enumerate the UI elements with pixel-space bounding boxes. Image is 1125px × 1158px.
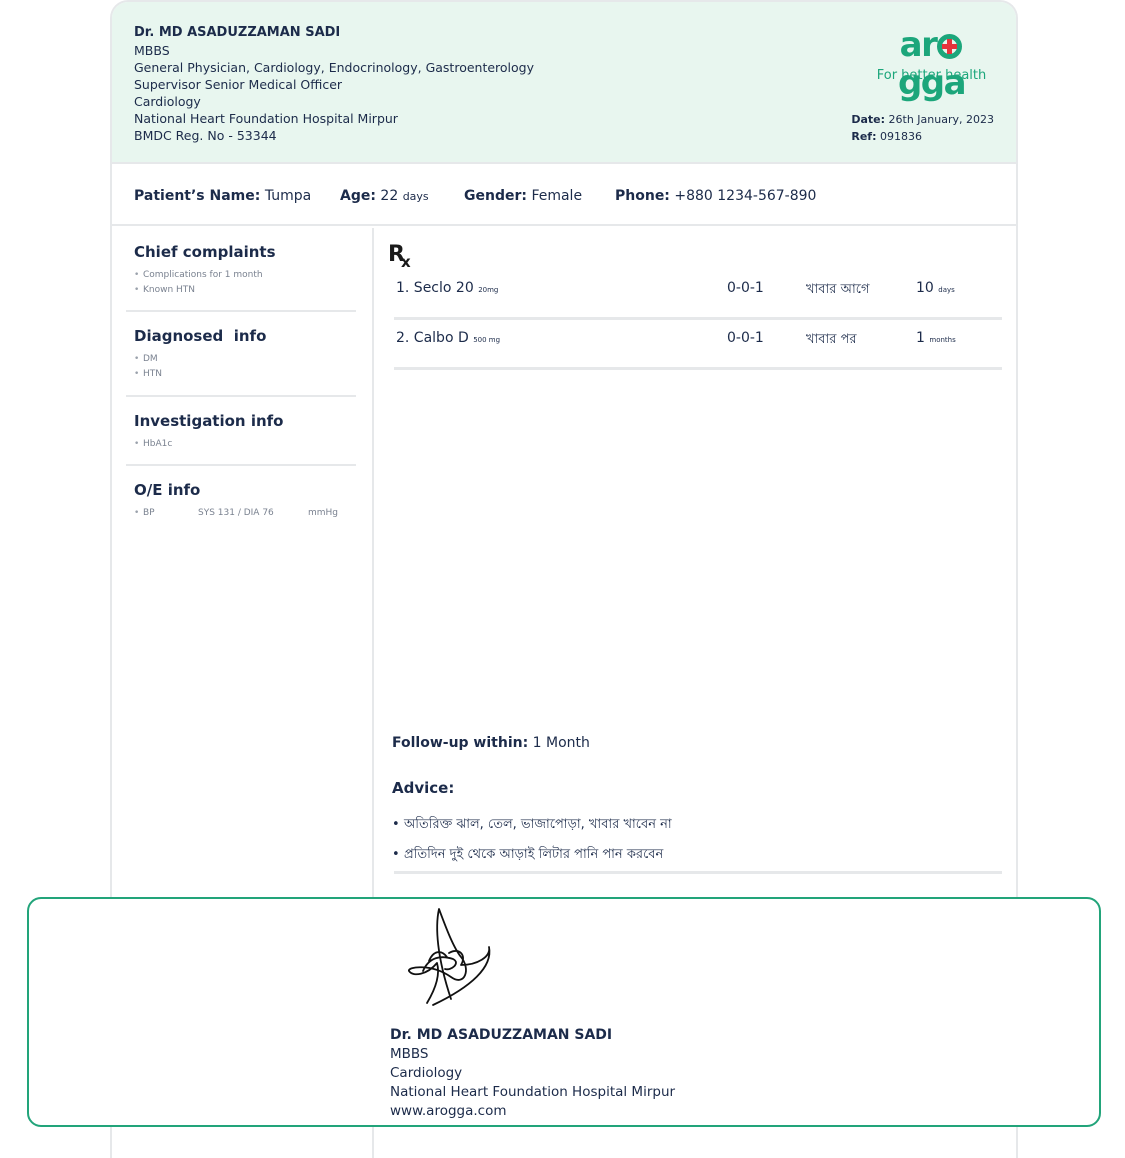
doctor-hospital: National Heart Foundation Hospital Mirpu… bbox=[134, 111, 398, 126]
patient-name-label: Patient’s Name: bbox=[134, 188, 261, 204]
ref-label: Ref: bbox=[851, 130, 877, 143]
follow-up: Follow-up within: 1 Month bbox=[392, 735, 590, 751]
date-value: 26th January, 2023 bbox=[888, 113, 994, 126]
list-item: HTN bbox=[134, 367, 356, 382]
oe-info-section: O/E info BP SYS 131 / DIA 76 mmHg bbox=[126, 480, 356, 521]
medicine-row: 1. Seclo 20 20mg 0-0-1 খাবার আগে 10 days bbox=[394, 270, 1004, 320]
medicine-name-text: 2. Calbo D bbox=[396, 330, 469, 346]
date-label: Date: bbox=[851, 113, 886, 126]
oe-info-title: O/E info bbox=[134, 481, 201, 499]
medicine-name-text: 1. Seclo 20 bbox=[396, 280, 474, 296]
medicine-dose: 0-0-1 bbox=[727, 280, 764, 296]
signature-doctor-name: Dr. MD ASADUZZAMAN SADI bbox=[390, 1027, 613, 1043]
ref-value: 091836 bbox=[879, 130, 922, 143]
diagnosed-info-section: Diagnosed info DM HTN bbox=[126, 326, 356, 382]
logo-wordmark: argga bbox=[869, 25, 994, 102]
patient-phone-label: Phone: bbox=[615, 188, 670, 204]
patient-age: 22 bbox=[380, 188, 399, 204]
follow-up-label: Follow-up within: bbox=[392, 735, 529, 751]
rx-symbol-x: x bbox=[400, 253, 411, 271]
bp-value: SYS 131 / DIA 76 bbox=[198, 508, 274, 518]
patient-phone: +880 1234-567-890 bbox=[674, 188, 817, 204]
prescription-meta: Date: 26th January, 2023 Ref: 091836 bbox=[851, 111, 994, 145]
signature-image bbox=[408, 908, 491, 1006]
advice-divider bbox=[394, 871, 1002, 874]
doctor-department: Cardiology bbox=[134, 94, 201, 109]
date-row: Date: 26th January, 2023 bbox=[851, 111, 994, 128]
list-item: Known HTN bbox=[134, 283, 356, 298]
doctor-info: Dr. MD ASADUZZAMAN SADI MBBS General Phy… bbox=[134, 24, 534, 144]
advice-item: অতিরিক্ত ঝাল, তেল, ভাজাপোড়া, খাবার খাবে… bbox=[392, 810, 672, 840]
signature-department: Cardiology bbox=[390, 1065, 463, 1081]
row-divider bbox=[394, 367, 1002, 370]
oe-info-list: BP SYS 131 / DIA 76 mmHg bbox=[134, 506, 356, 521]
advice-title: Advice: bbox=[392, 779, 455, 797]
ref-row: Ref: 091836 bbox=[851, 128, 994, 145]
chief-complaints-title: Chief complaints bbox=[134, 243, 276, 261]
signature-hospital: National Heart Foundation Hospital Mirpu… bbox=[390, 1084, 676, 1100]
patient-name-field: Patient’s Name: Tumpa bbox=[134, 188, 311, 204]
advice-item: প্রতিদিন দুই থেকে আড়াই লিটার পানি পান ক… bbox=[392, 840, 672, 870]
prescription-header: Dr. MD ASADUZZAMAN SADI MBBS General Phy… bbox=[112, 2, 1016, 164]
diagnosed-info-list: DM HTN bbox=[134, 352, 356, 382]
doctor-bmdc: BMDC Reg. No - 53344 bbox=[134, 128, 277, 143]
list-item: BP SYS 131 / DIA 76 mmHg bbox=[134, 506, 356, 521]
patient-name: Tumpa bbox=[264, 188, 312, 204]
bp-label: BP bbox=[143, 508, 155, 518]
signature-degree: MBBS bbox=[390, 1046, 429, 1062]
patient-phone-field: Phone: +880 1234-567-890 bbox=[615, 188, 816, 204]
medicine-dose: 0-0-1 bbox=[727, 330, 764, 346]
patient-gender: Female bbox=[531, 188, 583, 204]
chief-complaints-section: Chief complaints Complications for 1 mon… bbox=[126, 242, 356, 298]
advice-list: অতিরিক্ত ঝাল, তেল, ভাজাপোড়া, খাবার খাবে… bbox=[392, 810, 672, 870]
patient-info-bar: Patient’s Name: Tumpa Age: 22 days Gende… bbox=[112, 164, 1016, 226]
medicine-duration: 1 months bbox=[916, 330, 956, 346]
medicine-name: 1. Seclo 20 20mg bbox=[396, 280, 498, 296]
doctor-specialties: General Physician, Cardiology, Endocrino… bbox=[134, 60, 535, 75]
investigation-info-list: HbA1c bbox=[134, 437, 356, 452]
list-item: HbA1c bbox=[134, 437, 356, 452]
section-divider bbox=[126, 310, 356, 312]
signature-details: Dr. MD ASADUZZAMAN SADI MBBS Cardiology … bbox=[390, 1025, 675, 1121]
signature-website: www.arogga.com bbox=[390, 1103, 507, 1119]
bp-row: BP SYS 131 / DIA 76 mmHg bbox=[143, 506, 356, 521]
medicine-row: 2. Calbo D 500 mg 0-0-1 খাবার পর 1 month… bbox=[394, 320, 1004, 370]
medicine-timing: খাবার আগে bbox=[806, 282, 870, 297]
diagnosed-info-title: Diagnosed info bbox=[134, 327, 267, 345]
investigation-info-title: Investigation info bbox=[134, 412, 284, 430]
medicine-name: 2. Calbo D 500 mg bbox=[396, 330, 500, 346]
rx-icon: Rx bbox=[388, 242, 415, 271]
list-item: DM bbox=[134, 352, 356, 367]
doctor-degree: MBBS bbox=[134, 43, 170, 58]
patient-gender-label: Gender: bbox=[464, 188, 527, 204]
patient-gender-field: Gender: Female bbox=[464, 188, 582, 204]
patient-age-unit: days bbox=[402, 190, 429, 203]
logo-word-start: ar bbox=[899, 25, 938, 65]
section-divider bbox=[126, 395, 356, 397]
doctor-name: Dr. MD ASADUZZAMAN SADI bbox=[134, 25, 341, 40]
duration-unit: months bbox=[929, 336, 956, 344]
bp-unit: mmHg bbox=[308, 508, 339, 518]
chief-complaints-list: Complications for 1 month Known HTN bbox=[134, 268, 356, 298]
medicine-strength: 500 mg bbox=[473, 336, 501, 344]
doctor-position: Supervisor Senior Medical Officer bbox=[134, 77, 343, 92]
arogga-logo: argga For better health bbox=[869, 25, 994, 102]
medical-cross-icon bbox=[937, 34, 963, 59]
medicine-timing: খাবার পর bbox=[806, 332, 857, 347]
list-item: Complications for 1 month bbox=[134, 268, 356, 283]
investigation-info-section: Investigation info HbA1c bbox=[126, 411, 356, 452]
patient-age-field: Age: 22 days bbox=[340, 188, 429, 204]
duration-value: 10 bbox=[916, 280, 934, 296]
patient-age-label: Age: bbox=[340, 188, 376, 204]
duration-unit: days bbox=[938, 286, 955, 294]
logo-tagline: For better health bbox=[876, 68, 987, 83]
medicine-strength: 20mg bbox=[478, 286, 499, 294]
medicine-duration: 10 days bbox=[916, 280, 955, 296]
section-divider bbox=[126, 464, 356, 466]
duration-value: 1 bbox=[916, 330, 925, 346]
signature-card: Dr. MD ASADUZZAMAN SADI MBBS Cardiology … bbox=[27, 897, 1101, 1127]
follow-up-value: 1 Month bbox=[532, 735, 590, 751]
